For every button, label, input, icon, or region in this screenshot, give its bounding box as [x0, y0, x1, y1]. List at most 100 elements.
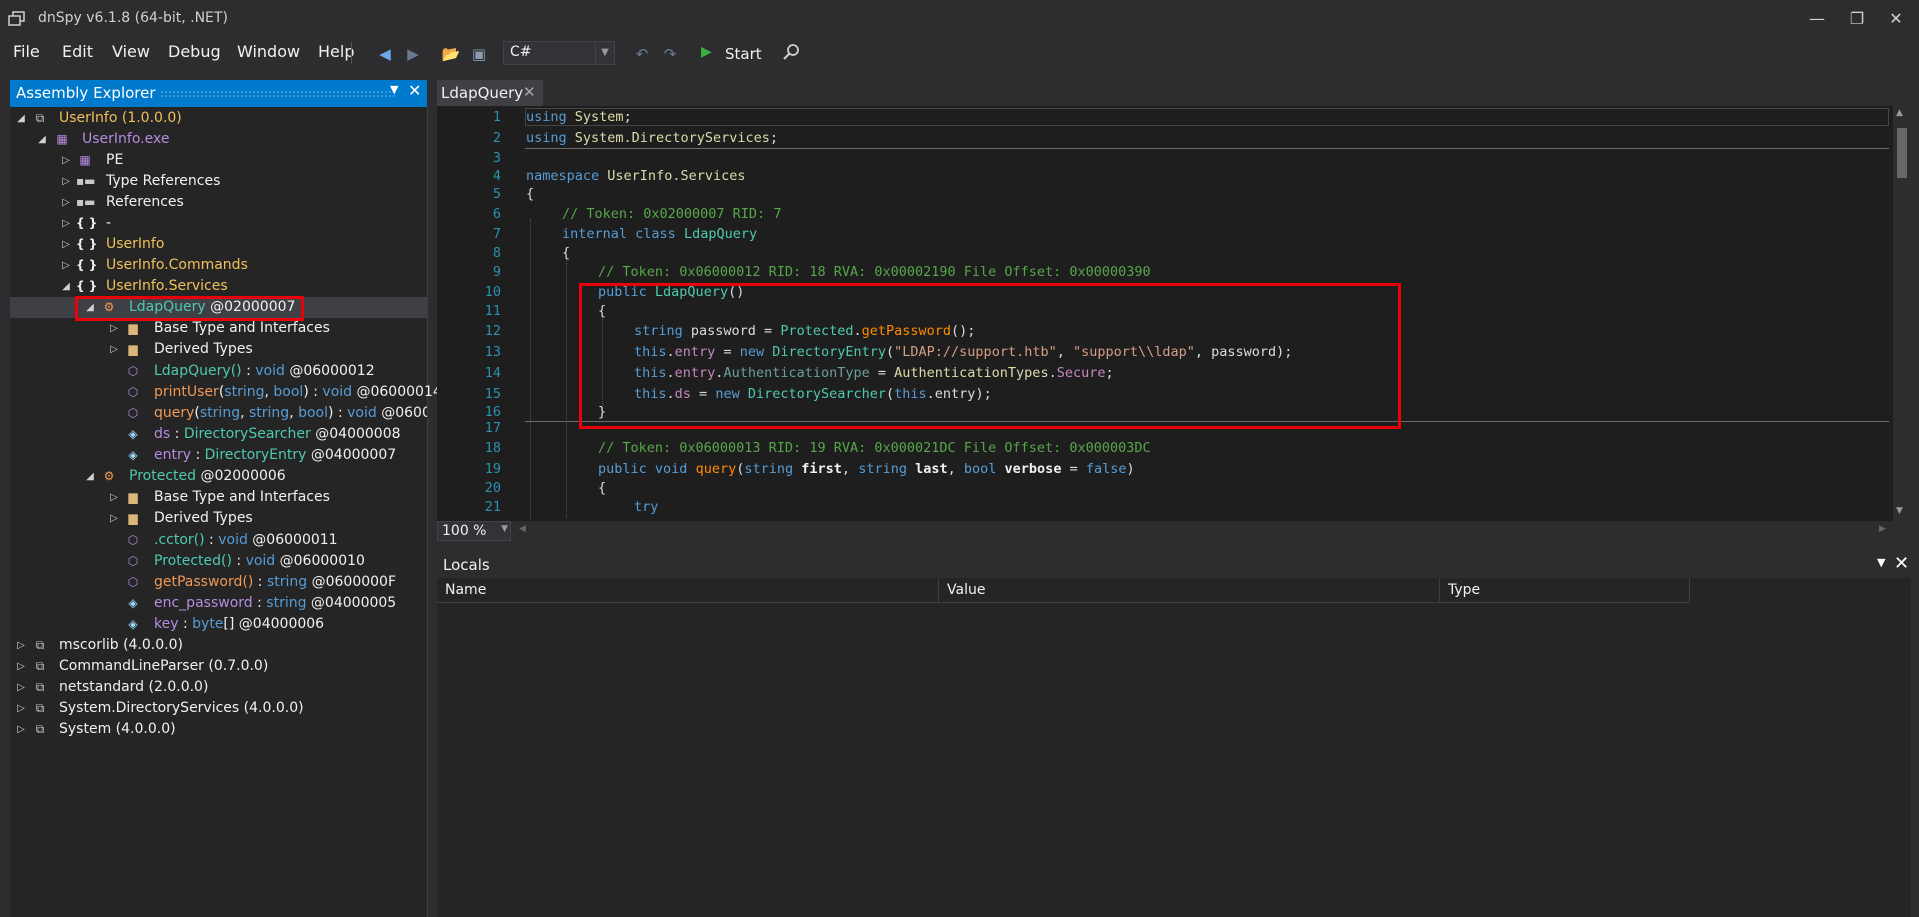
- panel-close-icon[interactable]: ✕: [1894, 553, 1909, 574]
- line-number: 19: [484, 461, 501, 477]
- zoom-value: 100 %: [442, 523, 487, 539]
- menu-debug[interactable]: Debug: [168, 42, 221, 61]
- tree-node-references[interactable]: ▷ ▪▬ References: [10, 192, 427, 213]
- expand-arrow-icon[interactable]: ▷: [108, 487, 120, 508]
- menu-help[interactable]: Help: [318, 42, 354, 61]
- collapse-arrow-icon[interactable]: ◢: [15, 108, 27, 129]
- editor-bottom-bar: 100 % ▼ ◀ ▶: [437, 521, 1911, 541]
- tree-node-cctor-method[interactable]: ⬡ .cctor() : void @06000011: [10, 530, 427, 551]
- tree-node-query-method[interactable]: ⬡ query(string, string, bool) : void @06…: [10, 403, 427, 424]
- column-header-value[interactable]: Value: [939, 578, 1440, 603]
- punct: ): [1126, 461, 1135, 477]
- tab-close-icon[interactable]: ✕: [523, 83, 536, 101]
- collapse-arrow-icon[interactable]: ◢: [84, 466, 96, 487]
- tree-node-system-directoryservices[interactable]: ▷ ⧉ System.DirectoryServices (4.0.0.0): [10, 698, 427, 719]
- keyword: using: [526, 109, 567, 125]
- expand-arrow-icon[interactable]: ▷: [15, 677, 27, 698]
- tree-node-namespace-userinfo[interactable]: ▷ { } UserInfo: [10, 234, 427, 255]
- search-icon[interactable]: [780, 43, 802, 65]
- tree-node-label: Derived Types: [154, 510, 253, 526]
- tree-node-type-references[interactable]: ▷ ▪▬ Type References: [10, 171, 427, 192]
- tree-node-printuser-method[interactable]: ⬡ printUser(string, bool) : void @060000…: [10, 382, 442, 403]
- expand-arrow-icon[interactable]: ▷: [60, 213, 72, 234]
- scroll-right-icon[interactable]: ▶: [1879, 524, 1886, 534]
- column-header-type[interactable]: Type: [1440, 578, 1690, 603]
- expand-arrow-icon[interactable]: ▷: [60, 255, 72, 276]
- expand-arrow-icon[interactable]: ▷: [60, 171, 72, 192]
- menu-file[interactable]: File: [13, 42, 40, 61]
- tree-node-userinfo-exe[interactable]: ◢ ▦ UserInfo.exe: [10, 129, 427, 150]
- scroll-left-icon[interactable]: ◀: [519, 524, 526, 534]
- language-select[interactable]: C# ▼: [503, 41, 615, 65]
- tree-node-derived-types[interactable]: ▷ ▆ Derived Types: [10, 508, 427, 529]
- line-number: 21: [484, 499, 501, 515]
- tree-node-base-types[interactable]: ▷ ▆ Base Type and Interfaces: [10, 487, 427, 508]
- tree-node-namespace-commands[interactable]: ▷ { } UserInfo.Commands: [10, 255, 427, 276]
- tree-node-commandlineparser[interactable]: ▷ ⧉ CommandLineParser (0.7.0.0): [10, 656, 427, 677]
- tree-node-protected-ctor[interactable]: ⬡ Protected() : void @06000010: [10, 551, 427, 572]
- scroll-down-icon[interactable]: ▼: [1896, 506, 1903, 516]
- menu-view[interactable]: View: [112, 42, 150, 61]
- tree-node-derived-types[interactable]: ▷ ▆ Derived Types: [10, 339, 427, 360]
- expand-arrow-icon[interactable]: ▷: [60, 150, 72, 171]
- tree-node-getpassword-method[interactable]: ⬡ getPassword() : string @0600000F: [10, 572, 427, 593]
- back-icon[interactable]: ◀: [374, 43, 396, 65]
- start-button[interactable]: ▶ Start: [693, 42, 773, 66]
- tree-node-label: LdapQuery(): [154, 363, 242, 379]
- editor-vertical-scrollbar[interactable]: ▲ ▼: [1893, 106, 1911, 521]
- panel-dropdown-icon[interactable]: ▼: [390, 83, 398, 96]
- collapse-arrow-icon[interactable]: ◢: [60, 276, 72, 297]
- expand-arrow-icon[interactable]: ▷: [108, 508, 120, 529]
- expand-arrow-icon[interactable]: ▷: [108, 318, 120, 339]
- chevron-down-icon[interactable]: ▼: [595, 42, 614, 64]
- pe-icon: ▦: [79, 153, 91, 167]
- scroll-up-icon[interactable]: ▲: [1896, 108, 1903, 118]
- panel-dropdown-icon[interactable]: ▼: [1877, 556, 1885, 569]
- tree-node-netstandard[interactable]: ▷ ⧉ netstandard (2.0.0.0): [10, 677, 427, 698]
- tree-node-base-types[interactable]: ▷ ▆ Base Type and Interfaces: [10, 318, 427, 339]
- expand-arrow-icon[interactable]: ▷: [60, 234, 72, 255]
- tree-node-pe[interactable]: ▷ ▦ PE: [10, 150, 427, 171]
- scrollbar-thumb[interactable]: [1897, 128, 1907, 178]
- tree-node-type: byte: [192, 616, 224, 632]
- expand-arrow-icon[interactable]: ▷: [15, 656, 27, 677]
- close-button[interactable]: ✕: [1873, 0, 1919, 38]
- expand-arrow-icon[interactable]: ▷: [15, 698, 27, 719]
- tree-node-entry-field[interactable]: ◈ entry : DirectoryEntry @04000007: [10, 445, 427, 466]
- tree-node-token: @02000006: [196, 468, 286, 484]
- collapse-arrow-icon[interactable]: ◢: [36, 129, 48, 150]
- chevron-down-icon[interactable]: ▼: [501, 524, 508, 534]
- tree-node-namespace-empty[interactable]: ▷ { } -: [10, 213, 427, 234]
- tree-node-userinfo-assembly[interactable]: ◢ ⧉ UserInfo (1.0.0.0): [10, 108, 427, 129]
- save-all-icon[interactable]: ▣: [468, 43, 490, 65]
- tab-ldapquery[interactable]: LdapQuery ✕: [437, 80, 543, 108]
- forward-icon[interactable]: ▶: [402, 43, 424, 65]
- tree-node-label: netstandard (2.0.0.0): [59, 679, 209, 695]
- assembly-explorer-header: Assembly Explorer ▼ ✕: [10, 80, 427, 107]
- tree-node-system[interactable]: ▷ ⧉ System (4.0.0.0): [10, 719, 427, 740]
- tree-node-separator: :: [178, 616, 193, 632]
- expand-arrow-icon[interactable]: ▷: [15, 719, 27, 740]
- static-field-icon: ◈: [128, 596, 138, 610]
- expand-arrow-icon[interactable]: ▷: [15, 635, 27, 656]
- expand-arrow-icon[interactable]: ▷: [60, 192, 72, 213]
- redo-icon[interactable]: ↷: [659, 43, 681, 65]
- undo-icon[interactable]: ↶: [631, 43, 653, 65]
- tree-node-ctor-method[interactable]: ⬡ LdapQuery() : void @06000012: [10, 361, 427, 382]
- field-icon: ◈: [128, 448, 138, 462]
- tree-node-ds-field[interactable]: ◈ ds : DirectorySearcher @04000008: [10, 424, 427, 445]
- tree-node-mscorlib[interactable]: ▷ ⧉ mscorlib (4.0.0.0): [10, 635, 427, 656]
- menu-edit[interactable]: Edit: [62, 42, 93, 61]
- panel-close-icon[interactable]: ✕: [408, 81, 421, 100]
- method-separator-line: [525, 148, 1889, 149]
- tree-node-namespace-services[interactable]: ◢ { } UserInfo.Services: [10, 276, 427, 297]
- menu-window[interactable]: Window: [237, 42, 300, 61]
- tree-node-key-field[interactable]: ◈ key : byte[] @04000006: [10, 614, 427, 635]
- tree-node-enc-password-field[interactable]: ◈ enc_password : string @04000005: [10, 593, 427, 614]
- expand-arrow-icon[interactable]: ▷: [108, 339, 120, 360]
- open-folder-icon[interactable]: 📂: [440, 43, 462, 65]
- tree-node-protected-class[interactable]: ◢ ⚙ Protected @02000006: [10, 466, 427, 487]
- column-header-name[interactable]: Name: [437, 578, 939, 603]
- zoom-select[interactable]: 100 % ▼: [437, 521, 511, 541]
- tree-node-label: References: [106, 194, 184, 210]
